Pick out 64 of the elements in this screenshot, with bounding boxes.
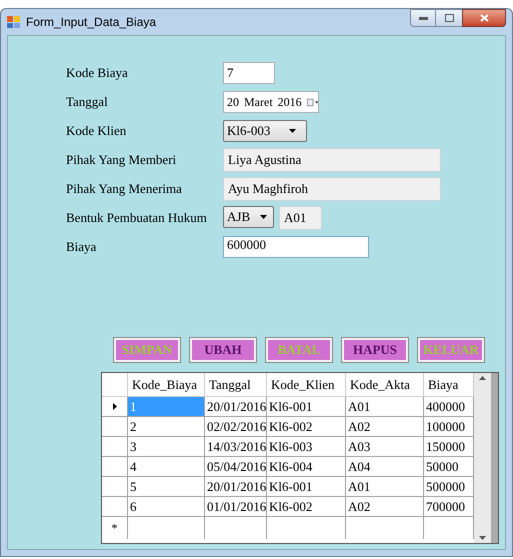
table-cell: 14/03/2016 <box>205 437 267 456</box>
dropdown[interactable]: Kl6-003 <box>223 120 307 142</box>
dropdown-arrow-icon <box>289 129 296 133</box>
readonly-field: A01 <box>279 206 322 230</box>
readonly-field: Ayu Maghfiroh <box>223 177 441 201</box>
table-cell: A03 <box>346 437 424 456</box>
table-cell: 2 <box>128 417 205 436</box>
date-picker[interactable]: 20 Maret 2016 <box>223 91 319 113</box>
year-text: 2016 <box>278 94 302 111</box>
field-label: Pihak Yang Menerima <box>66 180 183 198</box>
minimize-icon <box>418 16 428 20</box>
table-cell: 1 <box>128 397 205 416</box>
table-cell: 20/01/2016 <box>205 477 267 496</box>
column-header[interactable]: Kode_Biaya <box>128 373 205 396</box>
dropdown-arrow-icon <box>260 215 267 219</box>
scroll-up-icon[interactable] <box>479 376 486 380</box>
minimize-button[interactable] <box>410 9 436 27</box>
month-text: Maret <box>244 94 273 111</box>
scroll-down-icon[interactable] <box>479 536 486 540</box>
readonly-field: Liya Agustina <box>223 148 441 172</box>
table-cell: 5 <box>128 477 205 496</box>
table-cell: A02 <box>346 417 424 436</box>
field-label: Bentuk Pembuatan Hukum <box>66 209 208 228</box>
table-cell: A01 <box>346 397 424 416</box>
close-icon <box>480 14 488 22</box>
column-header[interactable]: Kode_Klien <box>267 373 346 396</box>
table-cell: A01 <box>346 477 424 496</box>
table-cell: Kl6-001 <box>267 397 346 416</box>
table-cell: Kl6-004 <box>267 457 346 476</box>
table-cell: A04 <box>346 457 424 476</box>
field-label: Tanggal <box>66 93 109 112</box>
action-button[interactable]: HAPUS <box>342 338 408 362</box>
dropdown[interactable]: AJB <box>223 206 274 228</box>
day-text: 20 <box>227 94 239 111</box>
table-cell: 3 <box>128 437 205 456</box>
field-label: Pihak Yang Memberi <box>66 151 178 170</box>
column-header[interactable]: Kode_Akta <box>346 373 424 396</box>
close-button[interactable] <box>462 9 506 27</box>
table-cell: 02/02/2016 <box>205 417 267 436</box>
calendar-dropdown-icon[interactable] <box>306 98 318 106</box>
text-field[interactable]: 600000 <box>223 236 369 258</box>
table-cell: Kl6-002 <box>267 497 346 516</box>
table-cell: 6 <box>128 497 205 516</box>
table-cell: 4 <box>128 457 205 476</box>
column-header[interactable]: Tanggal <box>205 373 267 396</box>
table-cell: 05/04/2016 <box>205 457 267 476</box>
vertical-scrollbar[interactable] <box>474 373 491 543</box>
table-cell: 01/01/2016 <box>205 497 267 516</box>
table-cell: Kl6-002 <box>267 417 346 436</box>
table-cell: Kl6-003 <box>267 437 346 456</box>
field-label: Kode Biaya <box>66 64 129 82</box>
maximize-button[interactable] <box>436 9 462 27</box>
current-row-icon <box>112 403 116 410</box>
new-row-marker: * <box>112 520 118 537</box>
maximize-icon <box>444 14 454 22</box>
text-field[interactable]: 7 <box>223 62 275 84</box>
app-icon <box>7 15 21 29</box>
table-cell: A02 <box>346 497 424 516</box>
action-button[interactable]: UBAH <box>190 338 256 362</box>
field-label: Biaya <box>66 238 98 256</box>
table-cell: 20/01/2016 <box>205 397 267 416</box>
field-label: Kode Klien <box>66 122 128 140</box>
table-cell: Kl6-001 <box>267 477 346 496</box>
window-title: Form_Input_Data_Biaya <box>26 14 156 31</box>
